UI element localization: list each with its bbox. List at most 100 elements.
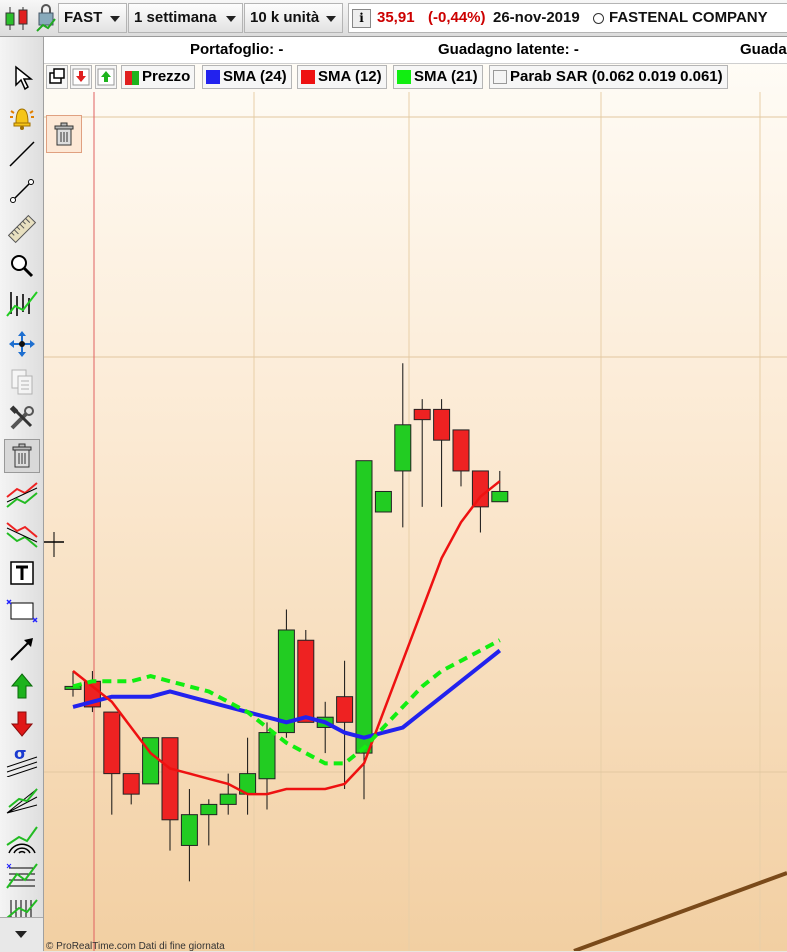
candle[interactable] <box>413 399 431 507</box>
text-icon[interactable] <box>4 556 40 590</box>
company-name: FASTENAL COMPANY <box>609 9 768 26</box>
gain-label-cut: Guada <box>740 41 787 58</box>
candle[interactable] <box>297 629 315 723</box>
candle-body-up <box>219 793 237 805</box>
indicator-icon[interactable] <box>4 287 40 321</box>
period-selector[interactable]: 1 settimana <box>128 3 243 33</box>
candle[interactable] <box>277 609 295 738</box>
legend-parabolic-sar[interactable]: Parab SAR (0.062 0.019 0.061) <box>489 65 728 89</box>
horizontal-line-icon[interactable] <box>4 594 40 628</box>
candle[interactable] <box>336 660 354 790</box>
arrow-icon[interactable] <box>4 632 40 666</box>
quote-info: i 35,91 (-0,44%) 26-nov-2019 FASTENAL CO… <box>348 3 787 33</box>
chevron-down-icon <box>110 16 120 22</box>
candle[interactable] <box>200 799 218 846</box>
candle-body-up <box>258 732 276 780</box>
copy-icon[interactable] <box>4 365 40 399</box>
price-change: (-0,44%) <box>428 9 486 26</box>
price-chart[interactable] <box>44 37 787 951</box>
info-icon[interactable]: i <box>352 9 371 28</box>
chevron-down-icon <box>326 16 336 22</box>
top-toolbar: FAST 1 settimana 10 k unità i 35,91 (-0,… <box>0 0 787 37</box>
delete-drawing-button[interactable] <box>46 115 82 153</box>
candle[interactable] <box>219 773 237 815</box>
trend-line[interactable] <box>573 871 787 951</box>
zoom-icon[interactable] <box>4 249 40 283</box>
units-selector[interactable]: 10 k unità <box>244 3 343 33</box>
line-icon[interactable] <box>4 137 40 171</box>
trash-icon <box>54 122 74 146</box>
candle-body-down <box>122 773 140 795</box>
tools-icon[interactable] <box>4 402 40 436</box>
chevron-down-icon <box>15 931 27 938</box>
sma21-swatch <box>397 70 411 84</box>
sar-swatch <box>493 70 507 84</box>
candle[interactable] <box>374 490 392 513</box>
candle-body-down <box>433 408 451 441</box>
candle-body-up <box>491 490 509 503</box>
candle-body-up <box>180 814 198 846</box>
candle-body-up <box>277 629 295 734</box>
portfolio-label: Portafoglio: - <box>190 41 284 58</box>
legend-sma12-label: SMA (12) <box>318 68 382 85</box>
channel-up-icon[interactable] <box>4 479 40 513</box>
candle-body-down <box>336 696 354 723</box>
chart-panel[interactable]: Portafoglio: - Guadagno latente: - Guada… <box>44 37 787 951</box>
unrealized-gain-label: Guadagno latente: - <box>438 41 579 58</box>
portfolio-bar: Portafoglio: - Guadagno latente: - Guada <box>44 37 787 64</box>
move-icon[interactable] <box>4 327 40 361</box>
candle[interactable] <box>122 773 140 805</box>
candle-body-down <box>471 470 489 508</box>
candle[interactable] <box>161 737 179 851</box>
move-down-icon[interactable] <box>70 65 92 89</box>
candle-body-down <box>452 429 470 472</box>
candle[interactable] <box>433 399 451 507</box>
legend-sma24[interactable]: SMA (24) <box>202 65 292 89</box>
market-status-icon <box>593 13 604 24</box>
candle[interactable] <box>239 737 257 815</box>
sma12-swatch <box>301 70 315 84</box>
sigma-icon[interactable]: σ <box>4 744 40 778</box>
window-layout-icon[interactable] <box>46 65 68 89</box>
trash-icon[interactable] <box>4 439 40 473</box>
segment-icon[interactable] <box>4 174 40 208</box>
legend-price[interactable]: Prezzo <box>121 65 196 89</box>
candle-body-up <box>355 460 373 754</box>
candles-layer <box>64 363 509 882</box>
legend-sma21[interactable]: SMA (21) <box>393 65 483 89</box>
alert-bell-icon[interactable] <box>4 100 40 134</box>
sma24-swatch <box>206 70 220 84</box>
candle[interactable] <box>452 429 470 487</box>
svg-text:σ: σ <box>14 745 26 763</box>
quote-date: 26-nov-2019 <box>493 9 580 26</box>
down-arrow-icon[interactable] <box>4 707 40 741</box>
ruler-icon[interactable] <box>4 212 40 246</box>
copyright-footer: © ProRealTime.com Dati di fine giornata <box>46 941 225 951</box>
symbol-selector[interactable]: FAST <box>58 3 127 33</box>
candle[interactable] <box>258 722 276 810</box>
channel-down-icon[interactable] <box>4 517 40 551</box>
candle[interactable] <box>394 363 412 528</box>
candle-body-up <box>374 490 392 513</box>
chevron-down-icon <box>226 16 236 22</box>
pointer-icon[interactable] <box>4 61 40 95</box>
move-up-icon[interactable] <box>95 65 117 89</box>
symbol-label: FAST <box>64 9 103 26</box>
toolbar-scroll-down[interactable] <box>0 917 43 952</box>
fan-icon[interactable] <box>4 782 40 816</box>
candle[interactable] <box>180 789 198 882</box>
candle[interactable] <box>471 470 489 533</box>
fibonacci-icon[interactable] <box>4 859 40 893</box>
legend-sma24-label: SMA (24) <box>223 68 287 85</box>
candle-body-up <box>394 424 412 472</box>
legend-sma12[interactable]: SMA (12) <box>297 65 387 89</box>
lock-chart-icon[interactable] <box>35 3 57 33</box>
up-arrow-icon[interactable] <box>4 669 40 703</box>
legend-sma21-label: SMA (21) <box>414 68 478 85</box>
units-label: 10 k unità <box>250 9 320 26</box>
period-label: 1 settimana <box>134 9 217 26</box>
arc-icon[interactable] <box>4 822 40 856</box>
candle[interactable] <box>103 711 121 815</box>
legend-sar-label: Parab SAR (0.062 0.019 0.061) <box>510 68 723 85</box>
candle-body-down <box>103 711 121 775</box>
